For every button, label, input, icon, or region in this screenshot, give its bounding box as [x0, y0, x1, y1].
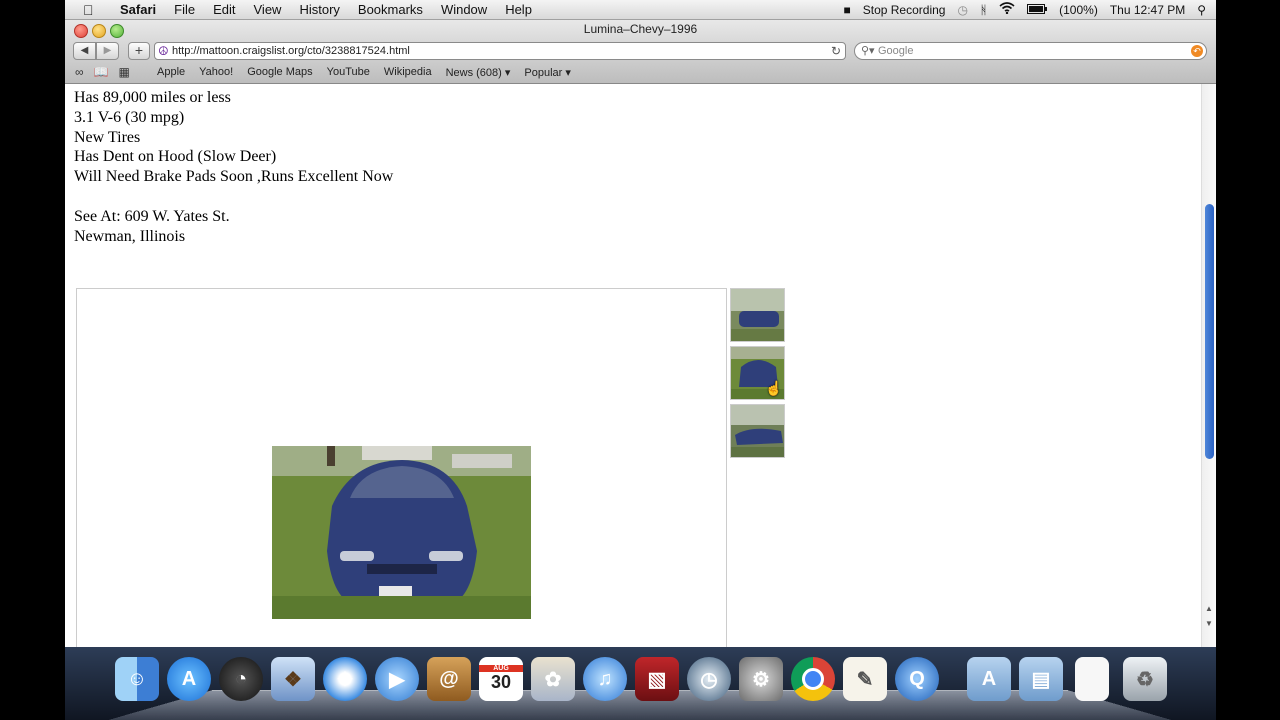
safari-window:  Safari File Edit View History Bookmark…: [65, 0, 1216, 720]
battery-icon[interactable]: [1027, 3, 1048, 17]
back-arrow-icon: ◀: [80, 45, 89, 56]
app-store-icon[interactable]: A: [167, 657, 211, 701]
top-sites-grid-icon[interactable]: ▦: [119, 65, 130, 79]
browser-toolbar: Lumina–Chevy–1996 ◀ ▶ + ☮ http://mattoon…: [65, 20, 1216, 84]
plus-icon: +: [134, 42, 144, 58]
search-icon[interactable]: ⚲▾: [861, 44, 875, 57]
listing-description: Has 89,000 miles or less 3.1 V-6 (30 mpg…: [74, 88, 393, 246]
applications-folder-icon[interactable]: A: [967, 657, 1011, 701]
reload-icon[interactable]: ↻: [831, 44, 841, 58]
menu-bar:  Safari File Edit View History Bookmark…: [65, 0, 1216, 20]
system-preferences-icon[interactable]: ⚙: [739, 657, 783, 701]
time-machine-status-icon[interactable]: ◷: [957, 3, 967, 17]
web-page-content: Has 89,000 miles or less 3.1 V-6 (30 mpg…: [65, 84, 1216, 647]
stop-recording-label[interactable]: Stop Recording: [863, 3, 946, 17]
add-bookmark-button[interactable]: +: [128, 42, 150, 60]
trash-icon[interactable]: ♻: [1123, 657, 1167, 701]
calendar-icon[interactable]: AUG 30: [479, 657, 523, 701]
finder-icon[interactable]: ☺: [115, 657, 159, 701]
search-placeholder: Google: [878, 45, 914, 57]
spotlight-icon[interactable]: ⚲: [1197, 3, 1206, 17]
menu-edit[interactable]: Edit: [204, 2, 244, 17]
listing-line-engine: 3.1 V-6 (30 mpg): [74, 108, 185, 126]
safari-icon[interactable]: ✧: [323, 657, 367, 701]
listing-line-brakes: Will Need Brake Pads Soon ,Runs Excellen…: [74, 168, 394, 186]
mail-icon[interactable]: ❖: [271, 657, 315, 701]
forward-arrow-icon: ▶: [103, 45, 112, 56]
back-button[interactable]: ◀: [73, 42, 96, 60]
scroll-down-arrow-icon[interactable]: ▼: [1205, 619, 1213, 628]
quicktime-icon[interactable]: Q: [895, 657, 939, 701]
listing-line-tires: New Tires: [74, 128, 141, 146]
bookmark-popular-folder[interactable]: Popular ▾: [524, 66, 571, 79]
menu-window[interactable]: Window: [432, 2, 496, 17]
address-bar[interactable]: ☮ http://mattoon.craigslist.org/cto/3238…: [154, 42, 846, 60]
iphoto-icon[interactable]: ✿: [531, 657, 575, 701]
scrollbar-thumb[interactable]: [1205, 204, 1214, 459]
textedit-icon[interactable]: ✎: [843, 657, 887, 701]
reading-list-icon[interactable]: ∞: [75, 65, 84, 79]
forward-button[interactable]: ▶: [96, 42, 119, 60]
battery-percent: (100%): [1059, 2, 1098, 17]
mouse-cursor-icon: ☝: [765, 380, 783, 396]
file-icon[interactable]: [1075, 657, 1109, 701]
menu-file[interactable]: File: [165, 2, 204, 17]
bookmark-google-maps[interactable]: Google Maps: [247, 66, 312, 79]
bookmark-wikipedia[interactable]: Wikipedia: [384, 66, 432, 79]
listing-line-mileage: Has 89,000 miles or less: [74, 89, 231, 106]
bookmark-apple[interactable]: Apple: [157, 66, 185, 79]
car-photo-main[interactable]: [272, 446, 531, 619]
listing-line-address: See At: 609 W. Yates St.: [74, 207, 230, 225]
bookmark-youtube[interactable]: YouTube: [327, 66, 370, 79]
menu-help[interactable]: Help: [496, 2, 541, 17]
gallery-thumbnail-3[interactable]: [730, 404, 785, 458]
facetime-icon[interactable]: ▶: [375, 657, 419, 701]
search-field[interactable]: ⚲▾ Google ↶: [854, 42, 1207, 60]
chrome-icon[interactable]: [791, 657, 835, 701]
dock: ☺ A ◔ ❖ ✧ ▶ @ AUG 30 ✿ ♫ ▧ ◷ ⚙ ✎ Q A ▤ ♻: [65, 647, 1216, 720]
time-machine-icon[interactable]: ◷: [687, 657, 731, 701]
clock[interactable]: Thu 12:47 PM: [1110, 3, 1185, 17]
gallery-thumbnail-1[interactable]: [730, 288, 785, 342]
stop-recording-icon[interactable]: ■: [843, 3, 850, 17]
calendar-day: 30: [490, 672, 512, 692]
snapback-icon[interactable]: ↶: [1191, 45, 1203, 57]
url-text[interactable]: http://mattoon.craigslist.org/cto/323881…: [172, 45, 410, 57]
menu-view[interactable]: View: [245, 2, 291, 17]
itunes-icon[interactable]: ♫: [583, 657, 627, 701]
bookmarks-bar: ∞ 📖 ▦ Apple Yahoo! Google Maps YouTube W…: [65, 64, 1216, 82]
documents-folder-icon[interactable]: ▤: [1019, 657, 1063, 701]
bookmarks-book-icon[interactable]: 📖: [94, 65, 109, 79]
bluetooth-icon[interactable]: ᚻ: [980, 3, 987, 17]
photo-booth-icon[interactable]: ▧: [635, 657, 679, 701]
dashboard-icon[interactable]: ◔: [219, 657, 263, 701]
vertical-scrollbar[interactable]: ▲ ▼: [1201, 84, 1216, 647]
calendar-month: AUG: [479, 665, 523, 672]
listing-line-city: Newman, Illinois: [74, 227, 186, 245]
menu-safari[interactable]: Safari: [111, 2, 165, 17]
bookmark-yahoo[interactable]: Yahoo!: [199, 66, 233, 79]
wifi-icon[interactable]: [999, 2, 1015, 17]
window-title: Lumina–Chevy–1996: [583, 22, 698, 36]
apple-menu-icon[interactable]: : [83, 2, 94, 18]
menu-bookmarks[interactable]: Bookmarks: [349, 2, 432, 17]
listing-line-dent: Has Dent on Hood (Slow Deer): [74, 148, 277, 166]
listing-line-blank: [74, 187, 393, 207]
bookmark-news-folder[interactable]: News (608) ▾: [446, 66, 511, 79]
address-book-icon[interactable]: @: [427, 657, 471, 701]
menu-history[interactable]: History: [290, 2, 348, 17]
craigslist-favicon-icon: ☮: [158, 44, 169, 58]
scroll-up-arrow-icon[interactable]: ▲: [1205, 604, 1213, 613]
